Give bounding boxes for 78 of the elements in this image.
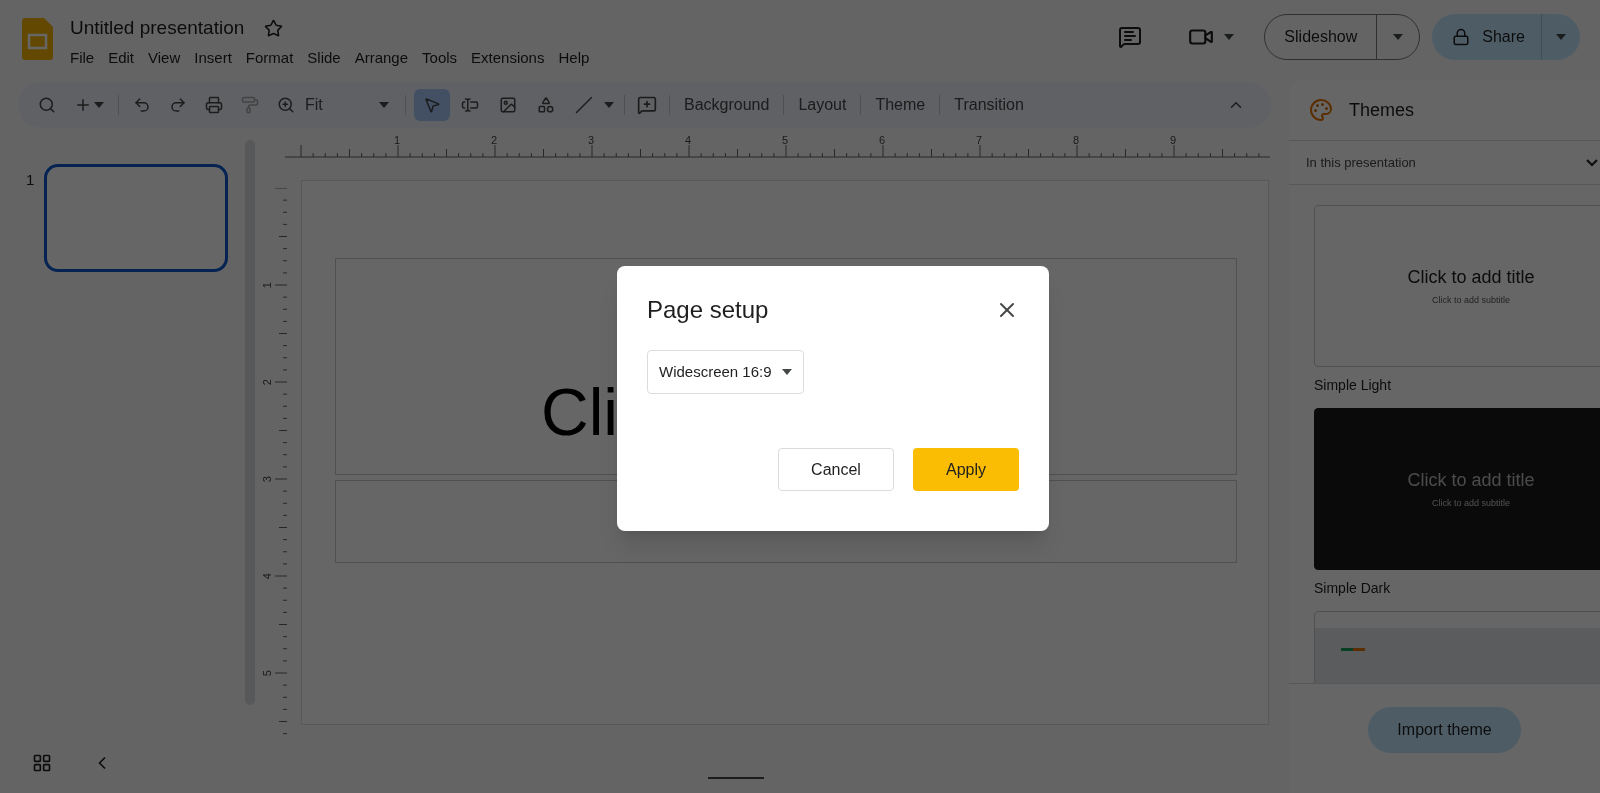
ruler-label: 5 <box>782 133 789 148</box>
theme-name: Simple Dark <box>1314 579 1392 598</box>
ruler-label: 9 <box>1170 133 1177 148</box>
caret-icon <box>604 102 614 108</box>
menu-item[interactable]: View <box>141 46 188 69</box>
import-theme-button[interactable]: Import theme <box>1368 706 1521 753</box>
theme-thumbnail[interactable]: Click to add title Click to add subtitle <box>1314 205 1600 367</box>
caret-icon <box>1393 34 1404 40</box>
slides-logo-icon[interactable] <box>22 18 53 60</box>
menu-item[interactable]: Slide <box>300 46 348 69</box>
menu-item[interactable]: Insert <box>187 46 239 69</box>
chevron-down-icon <box>1586 158 1598 167</box>
menu-item[interactable]: Edit <box>101 46 142 69</box>
toolbar-text-button[interactable]: Layout <box>790 93 855 117</box>
text-box-icon <box>461 96 479 114</box>
caret-icon <box>94 102 104 108</box>
lock-icon <box>1452 28 1471 46</box>
zoom-icon[interactable] <box>277 96 295 114</box>
grid-view-icon[interactable] <box>32 753 52 773</box>
pointer-icon <box>423 96 441 114</box>
star-icon[interactable] <box>264 18 284 38</box>
line-icon <box>575 96 593 114</box>
menu-item[interactable]: Arrange <box>347 46 416 69</box>
caret-icon <box>781 369 792 375</box>
thumbnail-subtitle: Click to add subtitle <box>1431 294 1510 308</box>
pointer-tool[interactable] <box>414 89 450 121</box>
thumbnail-title: Click to add title <box>1407 469 1535 493</box>
toolbar-text-button[interactable]: Background <box>676 93 778 117</box>
theme-name: Simple Light <box>1314 376 1393 395</box>
redo-icon[interactable] <box>169 96 187 114</box>
ruler-label: 4 <box>259 573 274 580</box>
ruler-label: 5 <box>259 670 274 677</box>
image-icon <box>499 96 517 114</box>
shapes-icon <box>537 96 555 114</box>
palette-icon <box>1309 98 1333 122</box>
ruler-label: 6 <box>879 133 886 148</box>
ruler-label: 2 <box>259 379 274 386</box>
slide-title-text: Cli <box>541 375 618 449</box>
ruler-label: 7 <box>976 133 983 148</box>
add-comment-icon[interactable] <box>637 95 657 115</box>
cancel-button[interactable]: Cancel <box>778 448 894 491</box>
ruler-label: 1 <box>394 133 401 148</box>
page-size-select[interactable]: Widescreen 16:9 <box>647 350 804 394</box>
ruler-label: 4 <box>685 133 692 148</box>
ruler-label: 2 <box>491 133 498 148</box>
apply-button[interactable]: Apply <box>913 448 1019 491</box>
resize-handle[interactable] <box>708 777 764 779</box>
paint-roller-icon[interactable] <box>241 96 259 114</box>
ruler-label: 8 <box>1073 133 1080 148</box>
comments-icon[interactable] <box>1118 25 1143 49</box>
ruler-label: 3 <box>259 476 274 483</box>
ruler-label: 1 <box>259 282 274 289</box>
print-icon[interactable] <box>205 96 223 114</box>
document-title[interactable]: Untitled presentation <box>70 14 245 43</box>
thumbnail-title: Click to add title <box>1407 266 1535 290</box>
dialog-title: Page setup <box>647 295 769 325</box>
menu-item[interactable]: Help <box>551 46 597 69</box>
toolbar-text-button[interactable]: Theme <box>867 93 934 117</box>
menu-item[interactable]: Format <box>238 46 301 69</box>
menu-item[interactable]: File <box>63 46 102 69</box>
caret-icon <box>1224 34 1235 40</box>
menu-item[interactable]: Tools <box>415 46 465 69</box>
caret-icon <box>1556 34 1566 40</box>
theme-filter-dropdown[interactable]: In this presentation <box>1289 140 1600 185</box>
menu-item[interactable]: Extensions <box>464 46 552 69</box>
toolbar-text-button[interactable]: Transition <box>946 93 1032 117</box>
search-icon[interactable] <box>38 96 56 114</box>
caret-icon <box>379 102 389 108</box>
undo-icon[interactable] <box>133 96 151 114</box>
plus-icon[interactable] <box>74 96 92 114</box>
slide-thumbnail[interactable] <box>44 164 229 272</box>
panel-title: Themes <box>1349 98 1415 122</box>
zoom-select[interactable]: Fit <box>305 93 397 117</box>
accent-line-icon <box>1341 648 1365 651</box>
slideshow-button[interactable]: Slideshow <box>1265 15 1378 59</box>
ruler-label: 3 <box>588 133 595 148</box>
share-button[interactable]: Share <box>1432 14 1542 60</box>
slide-number: 1 <box>26 170 35 190</box>
